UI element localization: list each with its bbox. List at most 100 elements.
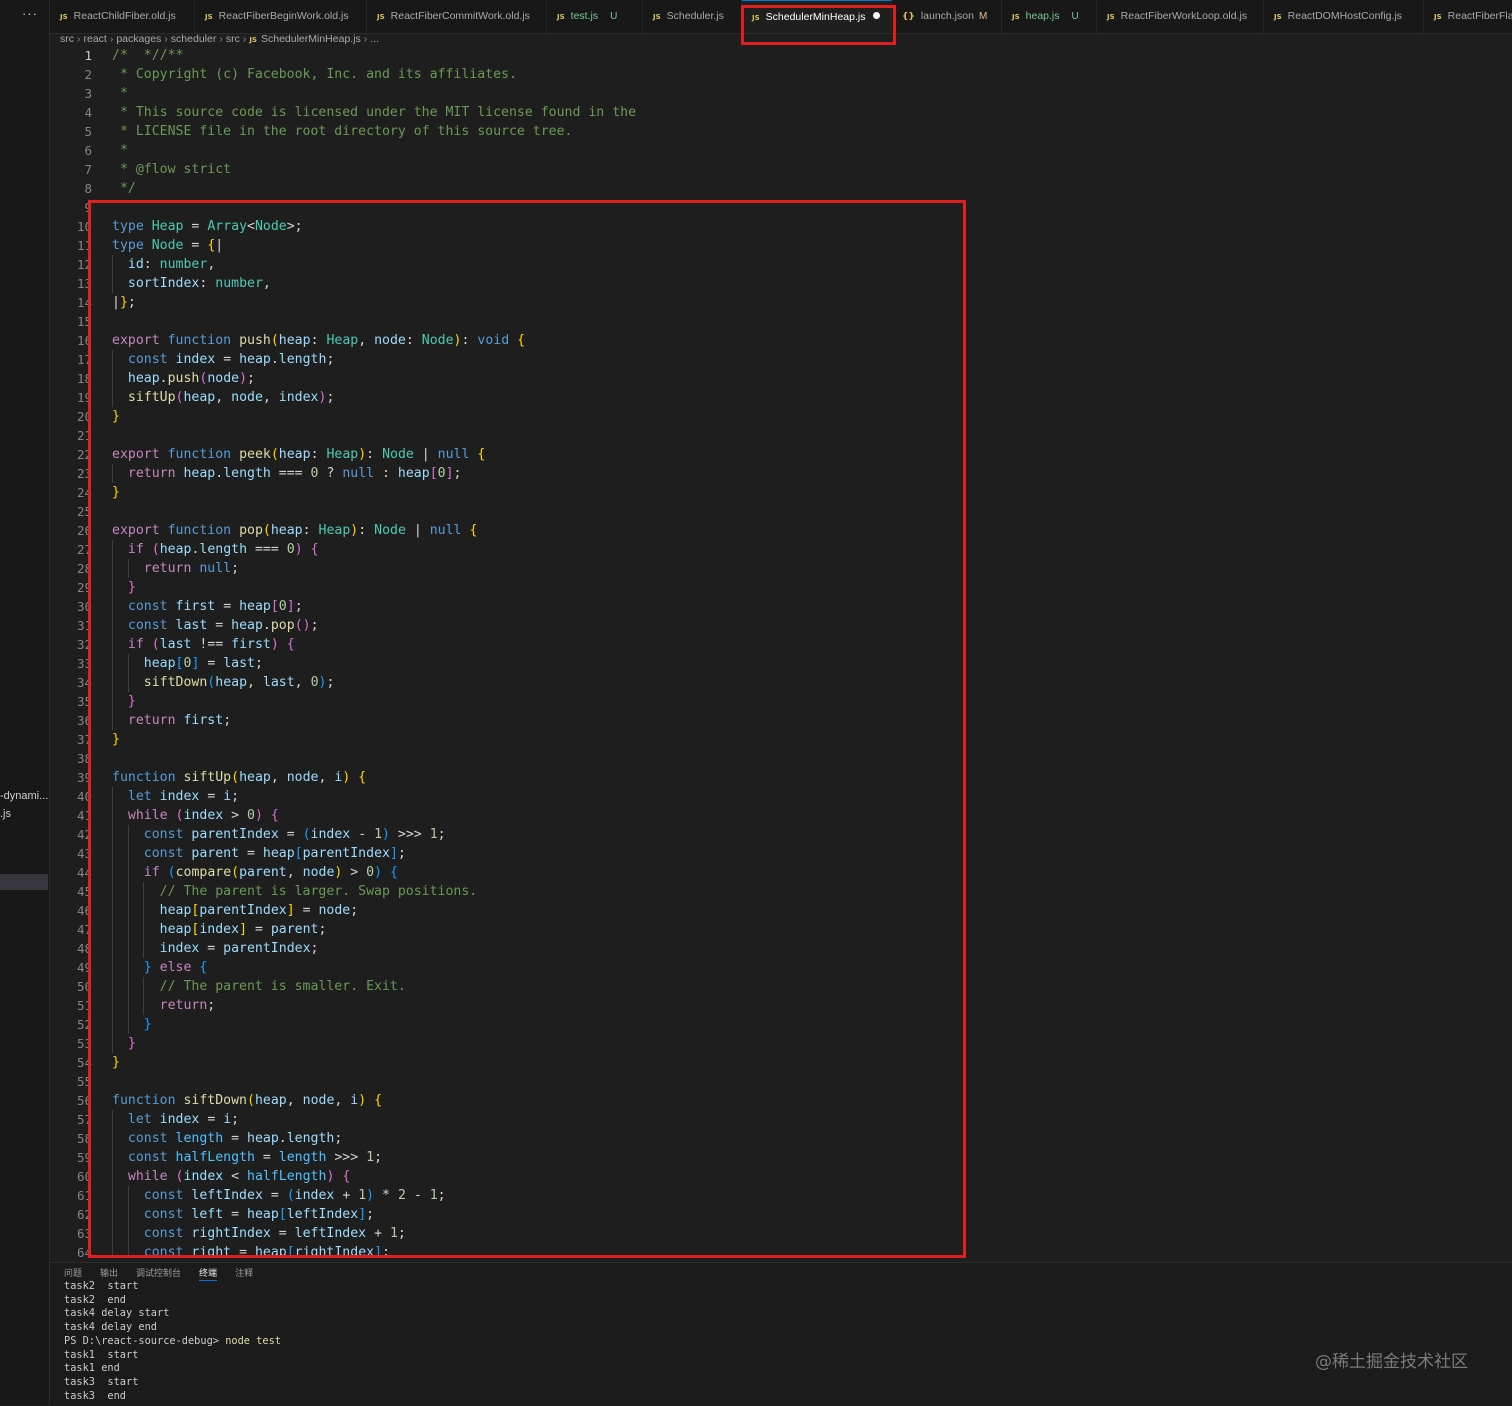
line-number: 7 bbox=[84, 162, 92, 177]
line-number: 14 bbox=[76, 295, 92, 310]
line-number: 37 bbox=[76, 732, 92, 747]
line-number: 5 bbox=[84, 124, 92, 139]
line-number: 12 bbox=[76, 257, 92, 272]
explorer-item-partial[interactable]: -dynami... bbox=[0, 790, 48, 802]
tab-test-js[interactable]: JS test.js U bbox=[547, 0, 643, 33]
tab-label: ReactChildFiber.old.js bbox=[73, 10, 176, 22]
line-number: 46 bbox=[76, 903, 92, 918]
watermark: @稀土掘金技术社区 bbox=[1315, 1352, 1468, 1372]
line-number: 19 bbox=[76, 390, 92, 405]
breadcrumb-separator-icon: › bbox=[164, 33, 168, 45]
tab-heap-js[interactable]: JS heap.js U bbox=[1002, 0, 1097, 33]
breadcrumb-item[interactable]: react bbox=[84, 33, 107, 45]
line-number: 18 bbox=[76, 371, 92, 386]
code-line[interactable]: 3 * bbox=[50, 84, 1450, 103]
code-text: */ bbox=[112, 181, 136, 196]
line-number: 30 bbox=[76, 599, 92, 614]
line-number: 10 bbox=[76, 219, 92, 234]
panel-tab[interactable]: 调试控制台 bbox=[136, 1268, 181, 1278]
code-line[interactable]: 7 * @flow strict bbox=[50, 160, 1450, 179]
breadcrumb-item[interactable]: SchedulerMinHeap.js bbox=[261, 33, 361, 45]
line-number: 58 bbox=[76, 1131, 92, 1146]
explorer-selected-row[interactable] bbox=[0, 874, 48, 890]
tab-reactchildfiber-old-js[interactable]: JS ReactChildFiber.old.js bbox=[50, 0, 195, 33]
code-text: * bbox=[112, 143, 128, 158]
line-number: 45 bbox=[76, 884, 92, 899]
line-number: 49 bbox=[76, 960, 92, 975]
line-number: 4 bbox=[84, 105, 92, 120]
tab-label: launch.json bbox=[920, 10, 974, 22]
terminal-prompt: PS D:\react-source-debug> bbox=[64, 1334, 226, 1347]
panel-tab[interactable]: 输出 bbox=[100, 1268, 118, 1278]
line-number: 13 bbox=[76, 276, 92, 291]
more-actions-icon[interactable]: ··· bbox=[22, 6, 38, 21]
terminal-output[interactable]: task2 start task2 end task4 delay start tas… bbox=[64, 1280, 281, 1403]
breadcrumb-item[interactable]: scheduler bbox=[171, 33, 217, 45]
line-number: 56 bbox=[76, 1093, 92, 1108]
line-number: 44 bbox=[76, 865, 92, 880]
code-text: * This source code is licensed under the… bbox=[112, 105, 637, 120]
code-line[interactable]: 1 /* *//** bbox=[50, 47, 1450, 65]
line-number: 17 bbox=[76, 352, 92, 367]
js-file-icon: JS bbox=[377, 13, 385, 21]
terminal-line: task4 delay start bbox=[64, 1307, 170, 1320]
line-number: 25 bbox=[76, 504, 92, 519]
breadcrumb-item[interactable]: src bbox=[60, 33, 74, 45]
line-number: 34 bbox=[76, 675, 92, 690]
line-number: 47 bbox=[76, 922, 92, 937]
panel-tab[interactable]: 问题 bbox=[64, 1268, 82, 1278]
breadcrumb-item[interactable]: packages bbox=[116, 33, 161, 45]
panel-tab[interactable]: 注释 bbox=[235, 1268, 253, 1278]
line-number: 51 bbox=[76, 998, 92, 1013]
line-number: 55 bbox=[76, 1074, 92, 1089]
line-number: 52 bbox=[76, 1017, 92, 1032]
git-status-badge: U bbox=[610, 11, 618, 22]
breadcrumb-separator-icon: › bbox=[242, 33, 247, 45]
line-number: 15 bbox=[76, 314, 92, 329]
code-line[interactable]: 8 */ bbox=[50, 179, 1450, 198]
tab-reactdomhostconfig-js[interactable]: JS ReactDOMHostConfig.js bbox=[1264, 0, 1424, 33]
code-line[interactable]: 2 * Copyright (c) Facebook, Inc. and its… bbox=[50, 65, 1450, 84]
line-number: 22 bbox=[76, 447, 92, 462]
line-number: 8 bbox=[84, 181, 92, 196]
line-number: 40 bbox=[76, 789, 92, 804]
breadcrumb-separator-icon: › bbox=[363, 33, 368, 45]
terminal-line: task1 end bbox=[64, 1362, 120, 1375]
terminal-line: task3 end bbox=[64, 1389, 126, 1402]
git-status-badge: U bbox=[1071, 11, 1079, 22]
terminal-line: task1 start bbox=[64, 1348, 139, 1361]
annotation-box-code bbox=[88, 200, 966, 1258]
tab-reactfibercommitwork-old-js[interactable]: JS ReactFiberCommitWork.old.js bbox=[367, 0, 547, 33]
tab-reactfiberflag[interactable]: JS ReactFiberFlag bbox=[1424, 0, 1512, 33]
line-number: 2 bbox=[84, 67, 92, 82]
tab-reactfiberworkloop-old-js[interactable]: JS ReactFiberWorkLoop.old.js bbox=[1097, 0, 1264, 33]
line-number: 21 bbox=[76, 428, 92, 443]
breadcrumb-item[interactable]: ... bbox=[370, 33, 379, 45]
tab-label: ReactFiberWorkLoop.old.js bbox=[1120, 10, 1248, 22]
json-file-icon: {} bbox=[902, 12, 915, 22]
code-line[interactable]: 6 * bbox=[50, 141, 1450, 160]
breadcrumb-separator-icon: › bbox=[77, 33, 81, 45]
explorer-item-partial[interactable]: .js bbox=[0, 808, 11, 820]
line-number: 32 bbox=[76, 637, 92, 652]
explorer-sidebar: ··· -dynami... .js bbox=[0, 0, 50, 1405]
line-number: 31 bbox=[76, 618, 92, 633]
js-file-icon: JS bbox=[1012, 13, 1020, 21]
breadcrumb-item[interactable]: src bbox=[226, 33, 240, 45]
tab-label: ReactFiberBeginWork.old.js bbox=[218, 10, 349, 22]
terminal-line: task2 end bbox=[64, 1293, 126, 1306]
tab-reactfiberbeginwork-old-js[interactable]: JS ReactFiberBeginWork.old.js bbox=[195, 0, 367, 33]
line-number: 54 bbox=[76, 1055, 92, 1070]
line-number: 64 bbox=[76, 1245, 92, 1258]
line-number: 24 bbox=[76, 485, 92, 500]
tab-label: Scheduler.js bbox=[666, 10, 724, 22]
code-text: * bbox=[112, 86, 128, 101]
tab-launch-json[interactable]: {} launch.json M bbox=[892, 0, 1002, 33]
code-line[interactable]: 4 * This source code is licensed under t… bbox=[50, 103, 1450, 122]
breadcrumb-separator-icon: › bbox=[219, 33, 223, 45]
line-number: 29 bbox=[76, 580, 92, 595]
line-number: 36 bbox=[76, 713, 92, 728]
tab-scheduler-js[interactable]: JS Scheduler.js bbox=[643, 0, 742, 33]
code-line[interactable]: 5 * LICENSE file in the root directory o… bbox=[50, 122, 1450, 141]
tab-label: heap.js bbox=[1025, 10, 1060, 22]
